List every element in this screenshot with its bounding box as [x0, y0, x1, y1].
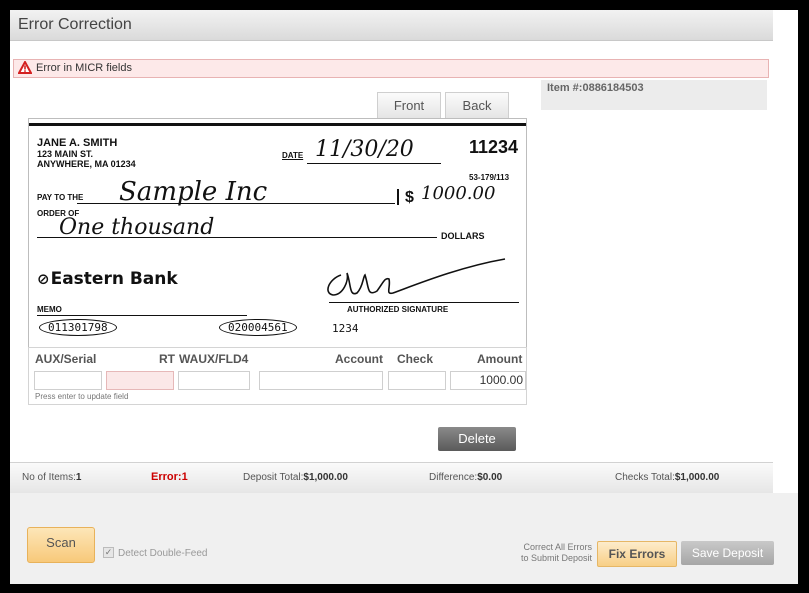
- delete-button[interactable]: Delete: [438, 427, 516, 451]
- footer-panel: [10, 493, 798, 584]
- item-number: Item #:0886184503: [547, 82, 644, 94]
- pay-to-label: PAY TO THE: [37, 193, 84, 202]
- checks-total: Checks Total:$1,000.00: [615, 472, 720, 483]
- item-panel: Item #:0886184503: [541, 80, 767, 110]
- field-hint: Press enter to update field: [35, 392, 129, 401]
- check-date-label: DATE: [282, 151, 304, 160]
- bank-logo-icon: ⊘: [37, 270, 50, 288]
- bank-name: ⊘Eastern Bank: [37, 269, 178, 289]
- check-amount: 1000.00: [421, 183, 496, 204]
- warning-icon: [17, 59, 33, 79]
- check-input[interactable]: [388, 371, 446, 390]
- window-titlebar: Error Correction: [10, 10, 773, 41]
- deposit-total: Deposit Total:$1,000.00: [243, 472, 348, 483]
- dollars-label: DOLLARS: [441, 231, 485, 241]
- scan-button[interactable]: Scan: [27, 527, 95, 563]
- error-count: Error:1: [151, 471, 188, 483]
- signature-icon: [327, 258, 506, 296]
- check-image: JANE A. SMITH 123 MAIN ST. ANYWHERE, MA …: [28, 118, 527, 349]
- correct-errors-note: Correct All Errors to Submit Deposit: [520, 542, 592, 563]
- check-date-value: 11/30/20: [315, 137, 414, 162]
- account-input[interactable]: [259, 371, 383, 390]
- detect-double-feed-checkbox[interactable]: ✓: [103, 547, 114, 558]
- status-bar: No of Items:1 Error:1 Deposit Total:$1,0…: [10, 462, 773, 494]
- waux-input[interactable]: [178, 371, 250, 390]
- amount-label: Amount: [477, 352, 523, 366]
- window-title: Error Correction: [18, 16, 132, 33]
- micr-routing: 011301798: [39, 319, 117, 336]
- check-address1: 123 MAIN ST.: [37, 149, 94, 159]
- amount-input[interactable]: 1000.00: [450, 371, 526, 390]
- detect-double-feed-label: Detect Double-Feed: [118, 548, 208, 559]
- error-message: Error in MICR fields: [36, 62, 132, 74]
- aux-serial-input[interactable]: [34, 371, 102, 390]
- difference-total: Difference:$0.00: [429, 472, 503, 483]
- micr-account: 020004561: [219, 319, 297, 336]
- tab-back[interactable]: Back: [445, 92, 509, 119]
- check-address2: ANYWHERE, MA 01234: [37, 159, 136, 169]
- micr-check: 1234: [332, 322, 359, 335]
- tab-front[interactable]: Front: [377, 92, 441, 119]
- error-banner: Error in MICR fields: [13, 59, 769, 78]
- bank-name-text: Eastern Bank: [50, 269, 178, 289]
- check-name: JANE A. SMITH: [37, 137, 118, 149]
- save-deposit-button[interactable]: Save Deposit: [681, 541, 774, 565]
- micr-fields-form: AUX/Serial RT WAUX/FLD4 Account Check Am…: [28, 347, 527, 405]
- check-dollar-sign: $: [405, 189, 414, 206]
- authorized-signature-label: AUTHORIZED SIGNATURE: [347, 305, 449, 314]
- rt-input[interactable]: [106, 371, 174, 390]
- items-count: No of Items:1: [22, 472, 82, 483]
- aux-serial-label: AUX/Serial: [35, 352, 97, 366]
- account-label: Account: [335, 352, 383, 366]
- memo-label: MEMO: [37, 305, 62, 314]
- rt-label: RT: [159, 352, 175, 366]
- waux-label: WAUX/FLD4: [179, 352, 249, 366]
- check-number: 11234: [469, 137, 519, 157]
- fix-errors-button[interactable]: Fix Errors: [597, 541, 677, 567]
- check-routing-fraction: 53-179/113: [469, 173, 510, 182]
- check-label: Check: [397, 352, 434, 366]
